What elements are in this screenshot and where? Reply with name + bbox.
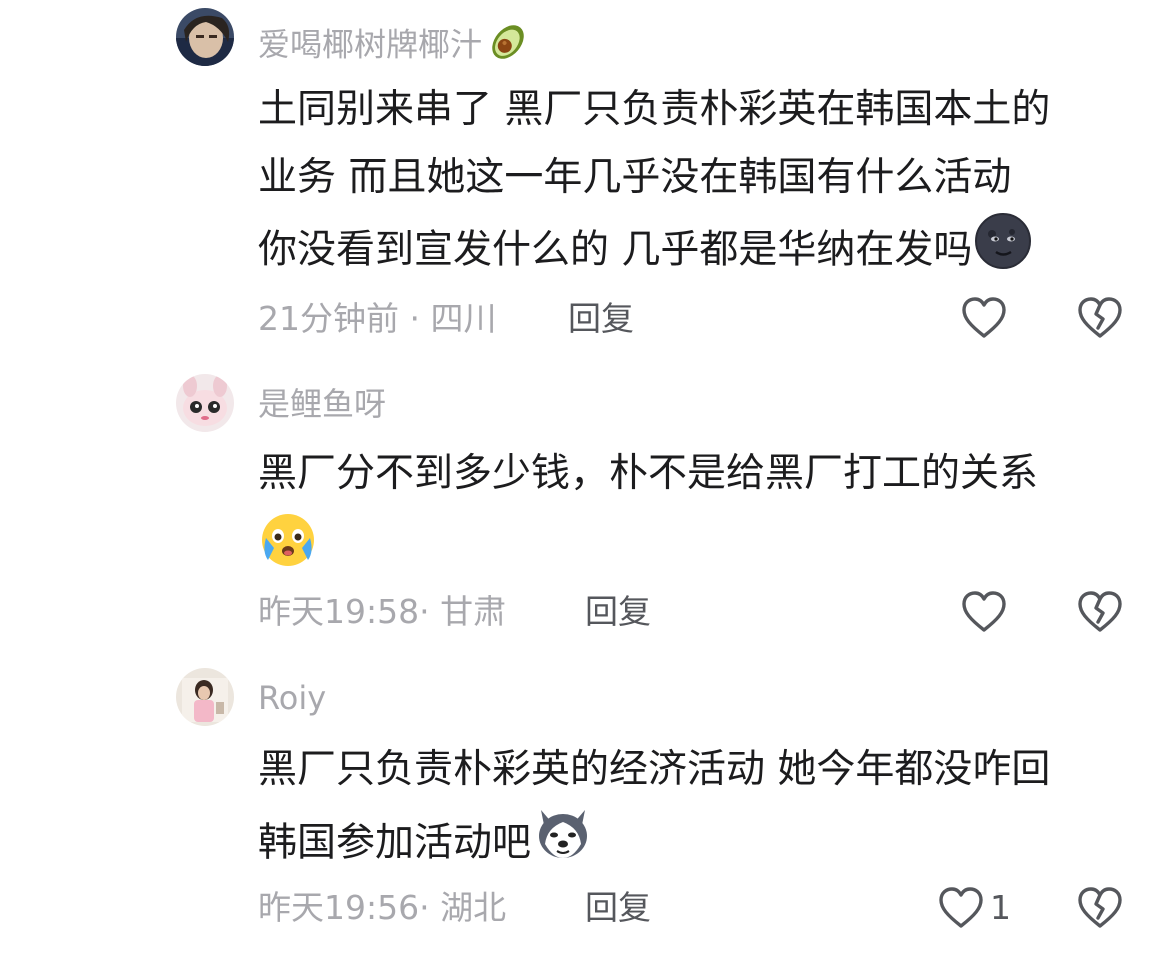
comment-line — [258, 508, 1138, 590]
comment-item: Roiy 黑厂只负责朴彩英的经济活动 她今年都没咋回 韩国参加活动吧 昨天19:… — [0, 660, 1172, 960]
username-text: 是鲤鱼呀 — [258, 385, 387, 423]
comment-meta: 昨天19:56· 湖北 — [258, 886, 506, 930]
comment-meta: 昨天19:58· 甘肃 — [258, 590, 506, 634]
broken-heart-icon[interactable] — [1076, 884, 1124, 936]
comment-line: 业务 而且她这一年几乎没在韩国有什么活动 — [258, 155, 1012, 200]
husky-dog-face-icon — [533, 804, 593, 886]
comment-time: 昨天19:56 — [258, 888, 420, 927]
heart-icon[interactable] — [960, 588, 1008, 640]
comment-time: 昨天19:58 — [258, 592, 420, 631]
comment-line: 土同别来串了 黑厂只负责朴彩英在韩国本土的 — [258, 87, 1051, 132]
username[interactable]: 是鲤鱼呀 — [258, 384, 386, 424]
like-count: 1 — [990, 888, 1011, 927]
reply-button[interactable]: 回复 — [585, 886, 651, 930]
comment-location: 湖北 — [440, 888, 507, 927]
comment-line: 黑厂只负责朴彩英的经济活动 她今年都没咋回 — [258, 747, 1051, 792]
comment-line: 黑厂分不到多少钱，朴不是给黑厂打工的关系 — [258, 451, 1039, 496]
comment-line: 你没看到宣发什么的 几乎都是华纳在发吗 — [258, 212, 1138, 292]
broken-heart-icon[interactable] — [1076, 588, 1124, 640]
comment-time: 21分钟前 — [258, 299, 399, 338]
comment-location: 四川 — [430, 299, 497, 338]
comment-line-text: 你没看到宣发什么的 几乎都是华纳在发吗 — [258, 227, 973, 273]
avatar[interactable] — [176, 8, 234, 66]
comment-text: 土同别来串了 黑厂只负责朴彩英在韩国本土的 业务 而且她这一年几乎没在韩国有什么… — [258, 76, 1138, 292]
username-text: Roiy — [258, 679, 327, 717]
reply-button[interactable]: 回复 — [585, 590, 651, 634]
username-text: 爱喝椰树牌椰汁 — [258, 25, 483, 64]
meta-separator: · — [409, 299, 421, 338]
comment-text: 黑厂分不到多少钱，朴不是给黑厂打工的关系 — [258, 440, 1138, 590]
username[interactable]: 爱喝椰树牌椰汁 — [258, 20, 530, 73]
heart-icon[interactable] — [937, 884, 985, 936]
avocado-icon — [486, 20, 530, 73]
comment-location: 甘肃 — [440, 592, 507, 631]
comment-item: 爱喝椰树牌椰汁 土同别来串了 黑厂只负责朴彩英在韩国本土的 业务 而且她这一年几… — [0, 0, 1172, 350]
comment-meta: 21分钟前 · 四川 — [258, 297, 497, 341]
reply-button[interactable]: 回复 — [568, 297, 634, 341]
username[interactable]: Roiy — [258, 678, 326, 718]
heart-icon[interactable] — [960, 294, 1008, 346]
avatar[interactable] — [176, 374, 234, 432]
crying-face-icon — [258, 508, 318, 590]
comment-item: 是鲤鱼呀 黑厂分不到多少钱，朴不是给黑厂打工的关系 昨天19:58· 甘肃 回复 — [0, 360, 1172, 660]
comment-text: 黑厂只负责朴彩英的经济活动 她今年都没咋回 韩国参加活动吧 — [258, 736, 1138, 886]
comment-line-text: 韩国参加活动吧 — [258, 820, 532, 866]
meta-separator: · — [419, 888, 430, 927]
meta-separator: · — [419, 592, 430, 631]
broken-heart-icon[interactable] — [1076, 294, 1124, 346]
avatar[interactable] — [176, 668, 234, 726]
new-moon-face-icon — [974, 212, 1032, 292]
comment-line: 韩国参加活动吧 — [258, 804, 1138, 886]
